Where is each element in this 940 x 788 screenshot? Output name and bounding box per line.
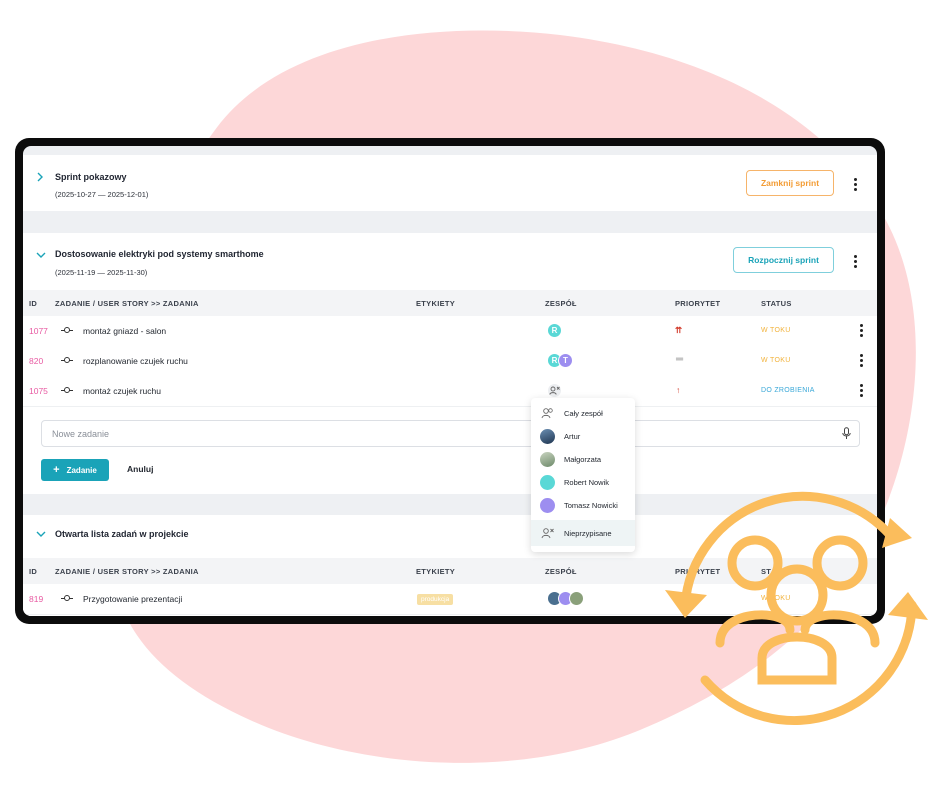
status-badge[interactable]: DO ZROBIENIA xyxy=(761,387,815,394)
priority-medium-icon: ═ xyxy=(676,354,684,365)
add-task-label: Zadanie xyxy=(66,465,97,475)
dropdown-item-tomasz[interactable]: Tomasz Nowicki xyxy=(531,494,635,517)
row-menu-icon[interactable] xyxy=(860,384,864,399)
sprint-title[interactable]: Sprint pokazowy xyxy=(55,172,127,182)
col-id[interactable]: ID xyxy=(29,299,37,308)
unassigned-user-icon[interactable] xyxy=(547,383,562,398)
dropdown-item-whole-team[interactable]: Cały zespół xyxy=(531,402,635,425)
col-task[interactable]: ZADANIE / USER STORY >> ZADANIA xyxy=(55,299,199,308)
dropdown-item-malgorzata[interactable]: Małgorzata xyxy=(531,448,635,471)
task-id[interactable]: 819 xyxy=(29,594,43,604)
table-row[interactable]: 820 rozplanowanie czujek ruchu R T ═ W T… xyxy=(23,346,877,377)
col-priority[interactable]: PRIORYTET xyxy=(675,299,720,308)
table-row[interactable]: 1075 montaż czujek ruchu ↑ DO ZROBIENIA xyxy=(23,376,877,407)
avatar[interactable]: R xyxy=(547,323,562,338)
dropdown-item-label: Cały zespół xyxy=(564,409,603,418)
avatar xyxy=(540,498,555,513)
sprint-dates: (2025-11-19 — 2025-11-30) xyxy=(55,268,148,277)
unassigned-user-icon xyxy=(540,526,555,541)
dropdown-item-artur[interactable]: Artur xyxy=(531,425,635,448)
chevron-down-icon[interactable] xyxy=(36,529,48,541)
priority-highest-icon: ⇈ xyxy=(675,325,683,335)
start-sprint-button[interactable]: Rozpocznij sprint xyxy=(733,247,834,273)
sprint-card-2: Dostosowanie elektryki pod systemy smart… xyxy=(23,233,877,494)
dropdown-item-label: Małgorzata xyxy=(564,455,602,464)
dropdown-item-unassigned[interactable]: Nieprzypisane xyxy=(531,520,635,546)
task-name[interactable]: montaż gniazd - salon xyxy=(83,326,166,336)
sprint-card-1: Sprint pokazowy (2025-10-27 — 2025-12-01… xyxy=(23,155,877,211)
task-name[interactable]: montaż czujek ruchu xyxy=(83,386,161,396)
sprint-menu-icon[interactable] xyxy=(854,178,858,193)
subtask-icon xyxy=(61,327,73,334)
col-team[interactable]: ZESPÓŁ xyxy=(545,299,577,308)
new-task-input-box[interactable] xyxy=(41,420,860,447)
row-menu-icon[interactable] xyxy=(860,354,864,369)
subtask-icon xyxy=(61,595,73,602)
avatar xyxy=(540,452,555,467)
avatar xyxy=(540,475,555,490)
team-icon xyxy=(540,406,555,421)
add-task-button[interactable]: + Zadanie xyxy=(41,459,109,481)
microphone-icon[interactable] xyxy=(842,427,851,445)
task-name[interactable]: rozplanowanie czujek ruchu xyxy=(83,356,188,366)
task-id[interactable]: 1077 xyxy=(29,326,48,336)
subtask-icon xyxy=(61,387,73,394)
sprint-menu-icon[interactable] xyxy=(854,255,858,270)
task-id[interactable]: 1075 xyxy=(29,386,48,396)
task-id[interactable]: 820 xyxy=(29,356,43,366)
close-sprint-button[interactable]: Zamknij sprint xyxy=(746,170,834,196)
dropdown-item-label: Artur xyxy=(564,432,581,441)
col-task[interactable]: ZADANIE / USER STORY >> ZADANIA xyxy=(55,567,199,576)
dropdown-item-label: Nieprzypisane xyxy=(564,529,612,538)
col-status[interactable]: STATUS xyxy=(761,299,792,308)
row-menu-icon[interactable] xyxy=(860,324,864,339)
task-name[interactable]: Przygotowanie prezentacji xyxy=(83,594,182,604)
chevron-right-icon[interactable] xyxy=(36,172,48,184)
table-row[interactable]: 1077 montaż gniazd - salon R ⇈ W TOKU xyxy=(23,316,877,347)
chevron-down-icon[interactable] xyxy=(36,250,48,262)
avatar[interactable] xyxy=(569,591,584,606)
backlog-title[interactable]: Otwarta lista zadań w projekcie xyxy=(55,529,189,539)
col-team[interactable]: ZESPÓŁ xyxy=(545,567,577,576)
dropdown-item-robert[interactable]: Robert Nowik xyxy=(531,471,635,494)
status-badge[interactable]: W TOKU xyxy=(761,357,791,364)
table-header: ID ZADANIE / USER STORY >> ZADANIA ETYKI… xyxy=(23,290,877,316)
cancel-button[interactable]: Anuluj xyxy=(127,464,153,474)
subtask-icon xyxy=(61,357,73,364)
avatar[interactable]: T xyxy=(558,353,573,368)
dropdown-item-label: Robert Nowik xyxy=(564,478,610,487)
priority-high-icon: ↑ xyxy=(676,385,681,395)
sprint-title[interactable]: Dostosowanie elektryki pod systemy smart… xyxy=(55,249,264,259)
plus-icon: + xyxy=(53,464,60,476)
label-tag[interactable]: produkcja xyxy=(417,594,454,605)
avatar xyxy=(540,429,555,444)
status-badge[interactable]: W TOKU xyxy=(761,327,791,334)
assignee-dropdown: Cały zespół Artur Małgorzata Robert Nowi… xyxy=(531,398,635,552)
col-id[interactable]: ID xyxy=(29,567,37,576)
dropdown-item-label: Tomasz Nowicki xyxy=(564,501,618,510)
col-labels[interactable]: ETYKIETY xyxy=(416,299,455,308)
team-rotation-icon xyxy=(665,491,928,726)
sprint-dates: (2025-10-27 — 2025-12-01) xyxy=(55,190,149,199)
col-labels[interactable]: ETYKIETY xyxy=(416,567,455,576)
new-task-input[interactable] xyxy=(50,428,814,440)
